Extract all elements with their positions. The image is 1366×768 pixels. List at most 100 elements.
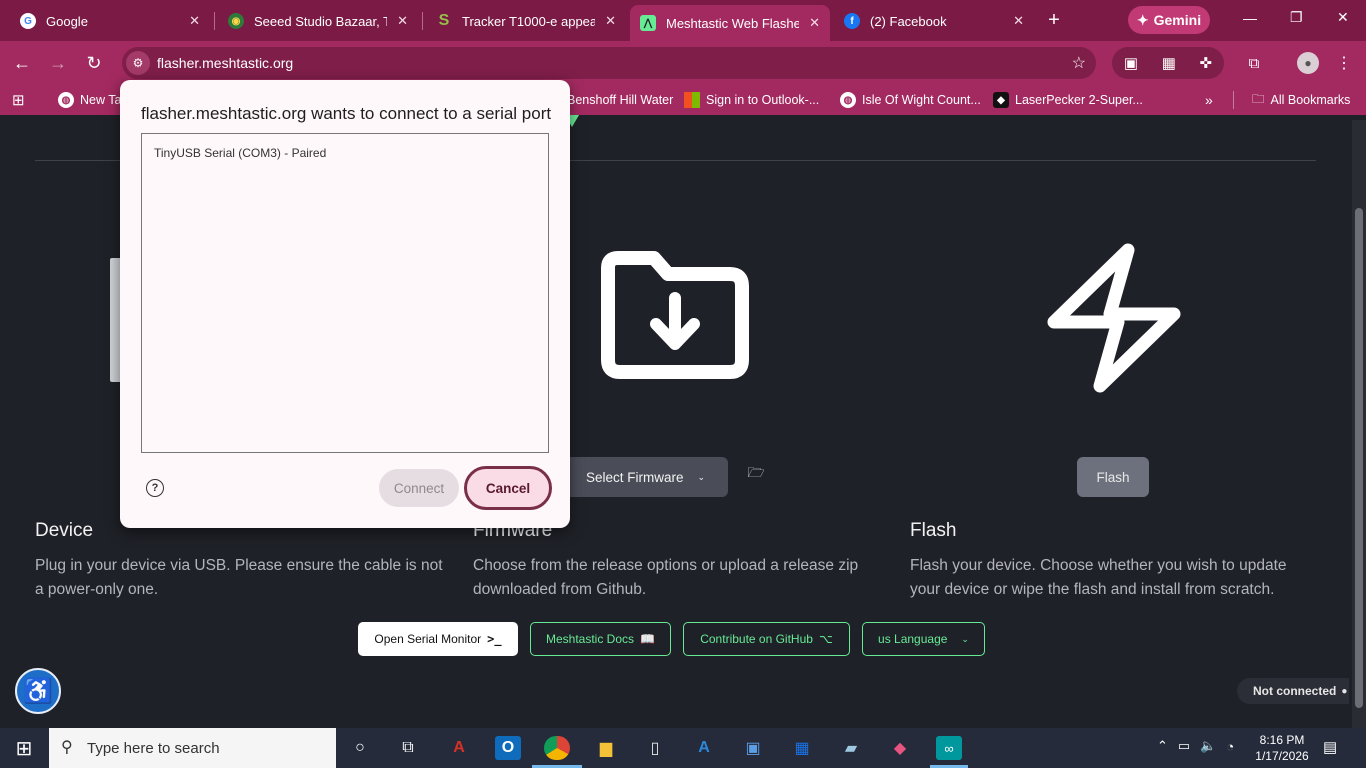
font-app-icon[interactable]: A bbox=[691, 736, 717, 760]
tab-seeed[interactable]: ◉ Seeed Studio Bazaar, The ✕ bbox=[218, 6, 418, 36]
port-list[interactable]: TinyUSB Serial (COM3) - Paired bbox=[141, 133, 549, 453]
more-bookmarks-button[interactable]: » bbox=[1205, 92, 1213, 108]
document-icon[interactable]: ▯ bbox=[642, 736, 668, 760]
chevron-up-icon[interactable]: ⌃ bbox=[1157, 738, 1168, 754]
taskbar-search-input[interactable]: ⚲ Type here to search bbox=[49, 728, 336, 768]
reload-icon[interactable]: ↻ bbox=[80, 49, 108, 77]
notification-icon[interactable]: ▤ bbox=[1323, 738, 1337, 756]
step-desc-firmware: Choose from the release options or uploa… bbox=[473, 557, 859, 598]
all-bookmarks-folder[interactable]: 🗀 All Bookmarks bbox=[1252, 92, 1350, 108]
language-dropdown[interactable]: us Language ⌄ bbox=[862, 622, 985, 656]
bookmark-outlook[interactable]: Sign in to Outlook-... bbox=[684, 92, 819, 108]
open-folder-icon[interactable]: 🗁 bbox=[745, 464, 767, 484]
github-label: Contribute on GitHub bbox=[700, 632, 813, 646]
step-title-device: Device bbox=[35, 520, 94, 541]
restore-icon[interactable]: ❐ bbox=[1290, 9, 1303, 26]
chrome-icon[interactable] bbox=[544, 736, 570, 760]
clock-time: 8:16 PM bbox=[1259, 733, 1305, 747]
wifi-icon[interactable]: ◔ bbox=[1226, 739, 1234, 754]
select-firmware-dropdown[interactable]: Select Firmware ⌄ bbox=[568, 457, 728, 497]
serial-monitor-label: Open Serial Monitor bbox=[374, 632, 482, 646]
close-icon[interactable]: ✕ bbox=[397, 13, 408, 29]
tab-title: Google bbox=[46, 13, 88, 29]
meshtastic-docs-button[interactable]: Meshtastic Docs 📖 bbox=[530, 622, 671, 656]
store-icon[interactable]: ▦ bbox=[789, 736, 815, 760]
file-explorer-icon[interactable]: ▆ bbox=[593, 736, 619, 760]
help-icon[interactable]: ? bbox=[146, 479, 164, 497]
google-icon: G bbox=[20, 13, 36, 29]
task-view-icon[interactable]: ⧉ bbox=[395, 736, 421, 760]
lightning-icon bbox=[1047, 243, 1181, 393]
cast-extension-icon[interactable]: ▣ bbox=[1124, 54, 1138, 72]
open-serial-monitor-button[interactable]: Open Serial Monitor >_ bbox=[358, 622, 518, 656]
close-icon[interactable]: ✕ bbox=[605, 13, 616, 29]
cancel-button[interactable]: Cancel bbox=[464, 466, 552, 510]
serial-port-dialog: flasher.meshtastic.org wants to connect … bbox=[120, 80, 570, 528]
bookmarks-separator bbox=[1233, 91, 1234, 109]
bookmark-label: Sign in to Outlook-... bbox=[706, 93, 820, 107]
page-scrollbar[interactable] bbox=[1352, 120, 1366, 728]
acrobat-icon[interactable]: A bbox=[446, 736, 472, 760]
tab-tracker[interactable]: S Tracker T1000-e appears ✕ bbox=[426, 6, 626, 36]
volume-icon[interactable]: 🔈 bbox=[1200, 738, 1216, 754]
language-label: us Language bbox=[878, 632, 948, 646]
address-bar[interactable]: ⚙ flasher.meshtastic.org ☆ bbox=[122, 47, 1096, 79]
window-close-icon[interactable]: ✕ bbox=[1337, 9, 1349, 26]
bookmark-laserpecker[interactable]: ◆ LaserPecker 2-Super... bbox=[993, 92, 1143, 108]
search-icon: ⚲ bbox=[61, 739, 73, 756]
outlook-icon[interactable]: O bbox=[495, 736, 521, 760]
microsoft-icon bbox=[684, 92, 700, 108]
apps-icon[interactable]: ⊞ bbox=[12, 92, 25, 109]
tab-separator bbox=[214, 12, 215, 30]
status-dot-icon: ● bbox=[1341, 685, 1348, 697]
flash-button[interactable]: Flash bbox=[1077, 457, 1149, 497]
bookmark-water[interactable]: Benshoff Hill Water bbox=[567, 92, 673, 108]
url-text: flasher.meshtastic.org bbox=[157, 55, 294, 71]
scrollbar-thumb[interactable] bbox=[1355, 208, 1363, 708]
battery-icon[interactable]: ▭ bbox=[1178, 738, 1190, 754]
accessibility-icon[interactable]: ♿ bbox=[15, 668, 61, 714]
extensions-icon[interactable]: ✜ bbox=[1200, 54, 1213, 72]
step-desc-device: Plug in your device via USB. Please ensu… bbox=[35, 557, 443, 598]
tab-meshtastic[interactable]: ⋀ Meshtastic Web Flasher ✕ bbox=[630, 5, 830, 41]
back-icon[interactable]: ← bbox=[8, 49, 36, 77]
minimize-icon[interactable]: — bbox=[1243, 10, 1257, 26]
close-icon[interactable]: ✕ bbox=[189, 13, 200, 29]
tab-google[interactable]: G Google ✕ bbox=[10, 6, 210, 36]
notepad-icon[interactable]: ▰ bbox=[838, 736, 864, 760]
terminal-icon: >_ bbox=[487, 632, 502, 646]
avatar[interactable]: ● bbox=[1297, 52, 1319, 74]
site-info-icon[interactable]: ⚙ bbox=[126, 51, 150, 75]
arduino-icon[interactable]: ∞ bbox=[936, 736, 962, 760]
gemini-button[interactable]: ✦ Gemini bbox=[1128, 6, 1210, 34]
tab-title: Meshtastic Web Flasher bbox=[666, 15, 800, 31]
folder-icon: 🗀 bbox=[1252, 91, 1265, 106]
bookmark-star-icon[interactable]: ☆ bbox=[1072, 53, 1086, 73]
contribute-github-button[interactable]: Contribute on GitHub ⌥ bbox=[683, 622, 850, 656]
tab-facebook[interactable]: f (2) Facebook ✕ bbox=[834, 6, 1034, 36]
connect-button[interactable]: Connect bbox=[379, 469, 459, 507]
clock-date: 1/17/2026 bbox=[1255, 749, 1309, 763]
docs-label: Meshtastic Docs bbox=[546, 632, 635, 646]
bookmark-isle-of-wight[interactable]: ◍ Isle Of Wight Count... bbox=[840, 92, 981, 108]
port-item[interactable]: TinyUSB Serial (COM3) - Paired bbox=[154, 146, 326, 160]
status-text: Not connected bbox=[1253, 684, 1337, 698]
bookmark-label: Benshoff Hill Water bbox=[567, 93, 674, 107]
cortana-icon[interactable]: ○ bbox=[347, 736, 373, 760]
tab-search-icon[interactable]: ⧉ bbox=[1240, 49, 1268, 77]
qr-code-icon[interactable]: ▦ bbox=[1162, 54, 1176, 72]
folder-download-icon bbox=[601, 251, 749, 379]
chevron-down-icon: ⌄ bbox=[961, 633, 969, 644]
close-icon[interactable]: ✕ bbox=[809, 15, 820, 31]
windows-start-icon[interactable]: ⊞ bbox=[12, 736, 36, 760]
bookmark-new-tab[interactable]: ◍ New Tab bbox=[58, 92, 128, 108]
new-tab-button[interactable]: + bbox=[1044, 8, 1064, 32]
menu-icon[interactable]: ⋮ bbox=[1330, 49, 1358, 77]
close-icon[interactable]: ✕ bbox=[1013, 13, 1024, 29]
shopify-icon: S bbox=[438, 12, 450, 29]
network-app-icon[interactable]: ▣ bbox=[740, 736, 766, 760]
gemini-icon: ✦ bbox=[1136, 11, 1149, 28]
paint-icon[interactable]: ◆ bbox=[887, 736, 913, 760]
forward-icon[interactable]: → bbox=[44, 49, 72, 77]
clock[interactable]: 8:16 PM 1/17/2026 bbox=[1254, 732, 1310, 764]
